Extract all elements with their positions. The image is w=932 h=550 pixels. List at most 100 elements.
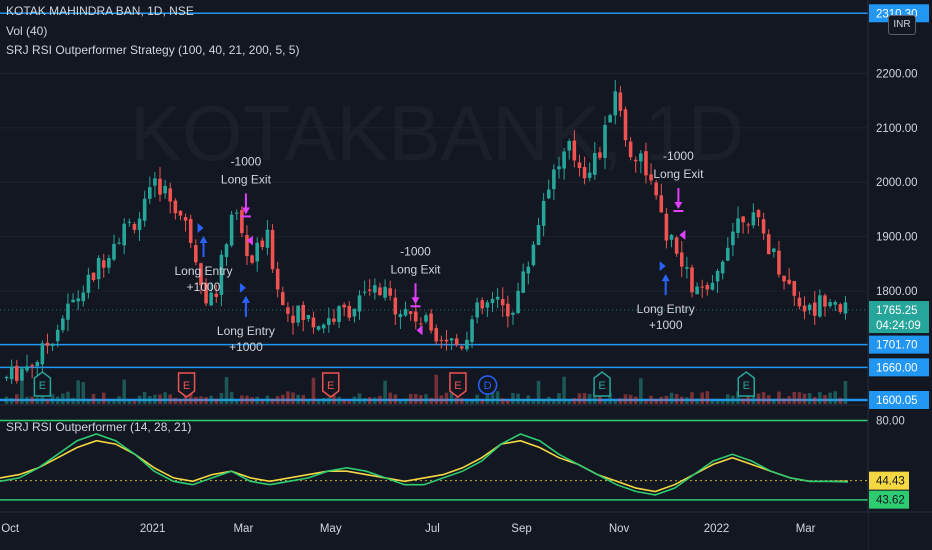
candle-body	[695, 286, 699, 295]
candle-body	[209, 292, 213, 306]
volume-bar	[76, 380, 80, 404]
candle-body	[291, 315, 295, 323]
volume-bar	[388, 392, 392, 404]
candle-body	[546, 189, 551, 199]
volume-bar	[311, 377, 316, 404]
volume-legend[interactable]: Vol (40)	[6, 24, 47, 38]
candle-body	[521, 271, 525, 293]
candle-body	[756, 210, 761, 218]
volume-bar	[168, 394, 173, 404]
time-tick-label: May	[320, 523, 342, 535]
exit-flag	[679, 230, 686, 240]
earnings-label: E	[454, 380, 461, 392]
volume-bar	[669, 392, 674, 404]
volume-bar	[685, 397, 689, 404]
candle-body	[362, 291, 367, 293]
volume-bar	[35, 397, 40, 404]
candle-body	[342, 304, 346, 308]
volume-bar	[50, 394, 55, 404]
candle-body	[465, 339, 469, 350]
candle-body	[828, 302, 832, 307]
earnings-marker: E	[449, 372, 467, 398]
price-tick-label: 1900.00	[876, 232, 918, 244]
volume-bar	[14, 394, 19, 404]
candle-body	[480, 300, 485, 309]
chart-canvas[interactable]: KOTAKBANK, 1D E E E E D E E Long Entry +1000 -10…	[0, 0, 932, 550]
candle-body	[183, 217, 188, 221]
candle-body	[40, 343, 45, 365]
volume-bar	[495, 391, 500, 404]
candle-body	[720, 261, 725, 274]
strategy-legend[interactable]: SRJ RSI Outperformer Strategy (100, 40, …	[6, 43, 299, 57]
osc-yellow-value: 44.43	[876, 476, 905, 488]
volume-bar	[506, 400, 510, 404]
earnings-label: E	[39, 380, 46, 392]
oscillator-legend[interactable]: SRJ RSI Outperformer (14, 28, 21)	[6, 420, 191, 434]
volume-bar	[644, 400, 648, 404]
candle-body	[424, 315, 428, 322]
candle-body	[357, 295, 362, 312]
entry-qty: +1000	[649, 318, 683, 332]
time-tick-label: Jul	[425, 523, 440, 535]
candle-body	[91, 272, 96, 281]
volume-bar	[720, 400, 725, 404]
volume-bar	[30, 396, 34, 404]
candle-body	[633, 159, 638, 162]
volume-bar	[291, 392, 295, 404]
volume-bar	[209, 395, 213, 404]
price-axis-bg	[868, 0, 932, 550]
volume-bar	[229, 391, 234, 404]
volume-bar	[224, 377, 229, 404]
candle-body	[14, 365, 19, 381]
currency-badge[interactable]: INR	[888, 15, 916, 35]
candle-body	[214, 293, 219, 297]
volume-bar	[275, 396, 280, 404]
candle-body	[4, 376, 9, 379]
candle-body	[690, 267, 694, 293]
candle-body	[736, 218, 740, 233]
entry-arrowhead	[241, 295, 250, 303]
candle-body	[388, 288, 392, 296]
volume-bar	[342, 399, 346, 404]
volume-bar	[234, 399, 239, 404]
time-axis[interactable]: Oct 2021 Mar May Jul Sep Nov 2022 Mar	[0, 511, 932, 550]
candle-body	[224, 244, 229, 258]
candle-body	[603, 125, 607, 158]
earnings-label: E	[598, 380, 605, 392]
candle-body	[782, 275, 786, 282]
symbol-legend[interactable]: KOTAK MAHINDRA BAN, 1D, NSE	[6, 4, 194, 18]
candle-body	[270, 229, 275, 270]
candle-body	[194, 245, 198, 263]
candle-body	[316, 326, 321, 330]
candle-body	[45, 342, 50, 346]
volume-bar	[843, 380, 848, 404]
earnings-marker: E	[177, 372, 196, 398]
price-axis[interactable]: 2200.002100.002000.001900.001800.002310.…	[867, 0, 932, 550]
exit-qty: -1000	[663, 149, 694, 163]
candle-body	[367, 289, 372, 291]
entry-arrowhead	[661, 274, 670, 282]
candle-body	[797, 297, 802, 307]
candle-body	[644, 151, 648, 176]
candle-body	[598, 152, 602, 158]
candle-body	[81, 292, 86, 302]
entry-label: Long Entry	[174, 264, 232, 278]
volume-bar	[772, 399, 776, 404]
volume-bar	[695, 398, 699, 404]
candle-body	[245, 235, 249, 257]
symbol-watermark: KOTAKBANK, 1D	[130, 89, 744, 177]
time-tick-label: Nov	[609, 523, 630, 535]
volume-bar	[107, 400, 111, 404]
volume-bar	[572, 398, 577, 404]
candle-body	[383, 286, 387, 298]
candle-body	[260, 240, 265, 248]
candle-body	[127, 221, 132, 223]
volume-bar	[726, 394, 730, 404]
volume-bar	[526, 395, 531, 404]
volume-bar	[674, 394, 679, 404]
volume-bar	[250, 397, 254, 404]
candle-body	[76, 298, 80, 302]
exit-arrowhead	[411, 297, 420, 305]
volume-bar	[316, 399, 321, 404]
volume-bar	[147, 396, 152, 404]
